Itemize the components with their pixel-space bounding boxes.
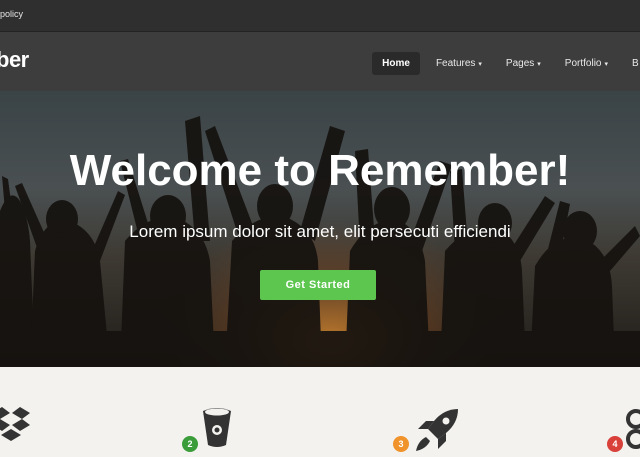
nav-label: Features	[435, 58, 476, 69]
main-navbar: ber Home Features ▾ Pages ▾ Portfolio ▾ B	[0, 32, 640, 91]
link-icon	[626, 409, 640, 449]
chevron-down-icon: ▾	[478, 61, 482, 68]
hero-title: Welcome to Remember!	[69, 146, 571, 195]
nav-item-pages[interactable]: Pages ▾	[506, 52, 541, 75]
policy-link[interactable]: policy	[0, 9, 23, 19]
nav-label: B	[632, 58, 639, 69]
nav-label: Home	[382, 58, 410, 69]
nav-item-home[interactable]: Home	[372, 52, 420, 75]
step-badge: 3	[393, 436, 409, 452]
step-badge: 2	[182, 436, 198, 452]
nav-label: Portfolio	[564, 58, 602, 69]
rocket-icon	[416, 409, 458, 451]
nav-item-features[interactable]: Features ▾	[436, 52, 482, 75]
get-started-button[interactable]: Get Started	[260, 270, 376, 300]
chevron-down-icon: ▾	[604, 61, 608, 68]
bitbucket-icon	[203, 408, 231, 447]
hero-subtitle: Lorem ipsum dolor sit amet, elit persecu…	[129, 222, 511, 241]
badge-number: 3	[398, 439, 404, 449]
nav-item-blog[interactable]: B	[632, 52, 640, 75]
top-bar: policy	[0, 0, 640, 32]
badge-number: 4	[612, 439, 618, 449]
nav-item-portfolio[interactable]: Portfolio ▾	[565, 52, 608, 75]
site-logo[interactable]: ber	[0, 47, 29, 73]
dropbox-icon	[0, 407, 30, 441]
nav-label: Pages	[505, 58, 535, 69]
hero-section: Welcome to Remember! Lorem ipsum dolor s…	[0, 91, 640, 367]
features-section: 2 3 4	[0, 367, 640, 457]
badge-number: 2	[187, 439, 193, 449]
chevron-down-icon: ▾	[537, 61, 541, 68]
main-nav: Home Features ▾ Pages ▾ Portfolio ▾ B	[372, 52, 640, 75]
step-badge: 4	[607, 436, 623, 452]
